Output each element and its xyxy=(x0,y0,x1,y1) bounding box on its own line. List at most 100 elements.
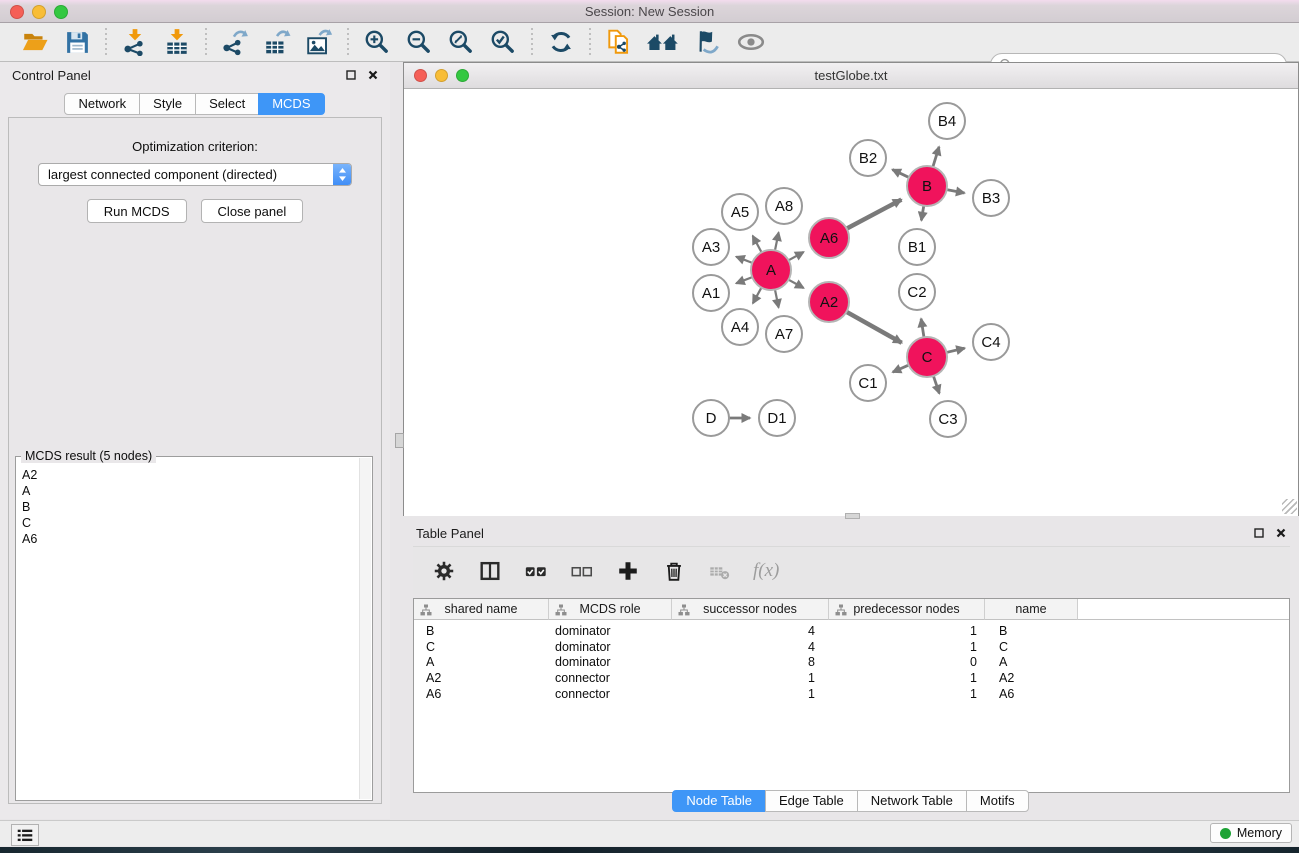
graph-node-C1[interactable]: C1 xyxy=(850,365,886,401)
graph-edge-A-A5[interactable] xyxy=(753,236,762,253)
save-session-icon[interactable] xyxy=(62,27,92,57)
task-history-button[interactable] xyxy=(11,824,39,846)
result-list-item[interactable]: A2 xyxy=(19,467,358,483)
zoom-out-icon[interactable] xyxy=(404,27,434,57)
graph-edge-B-B4[interactable] xyxy=(933,147,939,167)
tab-node-table[interactable]: Node Table xyxy=(672,790,766,812)
duplicate-network-icon[interactable] xyxy=(604,27,634,57)
home-views-icon[interactable] xyxy=(646,27,682,57)
import-table-icon[interactable] xyxy=(162,27,192,57)
graph-node-B4[interactable]: B4 xyxy=(929,103,965,139)
graph-node-C3[interactable]: C3 xyxy=(930,401,966,437)
result-list-item[interactable]: C xyxy=(19,515,358,531)
zoom-selected-icon[interactable] xyxy=(488,27,518,57)
memory-button[interactable]: Memory xyxy=(1210,823,1292,843)
graph-node-B3[interactable]: B3 xyxy=(973,180,1009,216)
table-row[interactable]: Adominator80A xyxy=(414,655,1289,671)
graph-edge-A-A6[interactable] xyxy=(789,252,804,260)
graph-edge-A-A8[interactable] xyxy=(775,232,779,250)
graph-node-B1[interactable]: B1 xyxy=(899,229,935,265)
result-list-item[interactable]: A6 xyxy=(19,531,358,547)
resize-grip-icon[interactable] xyxy=(1282,499,1297,514)
minimize-window-button[interactable] xyxy=(32,5,46,19)
add-column-icon[interactable] xyxy=(613,556,643,586)
column-header-predecessor-nodes[interactable]: predecessor nodes xyxy=(829,599,985,620)
maximize-window-button[interactable] xyxy=(54,5,68,19)
network-maximize-button[interactable] xyxy=(456,69,469,82)
column-header-MCDS-role[interactable]: MCDS role xyxy=(549,599,672,620)
graph-node-A8[interactable]: A8 xyxy=(766,188,802,224)
tab-network-table[interactable]: Network Table xyxy=(857,790,967,812)
column-header-successor-nodes[interactable]: successor nodes xyxy=(672,599,829,620)
graph-edge-C-C1[interactable] xyxy=(893,365,909,372)
graph-node-A3[interactable]: A3 xyxy=(693,229,729,265)
tab-select[interactable]: Select xyxy=(195,93,259,115)
show-details-flag-icon[interactable] xyxy=(694,27,724,57)
graph-node-A6[interactable]: A6 xyxy=(809,218,849,258)
graph-node-B2[interactable]: B2 xyxy=(850,140,886,176)
result-scrollbar[interactable] xyxy=(359,458,371,799)
close-panel-button[interactable]: Close panel xyxy=(201,199,304,223)
refresh-layout-icon[interactable] xyxy=(546,27,576,57)
graph-edge-A2-C[interactable] xyxy=(846,312,901,343)
graph-node-A2[interactable]: A2 xyxy=(809,282,849,322)
close-table-panel-icon[interactable] xyxy=(1276,528,1286,538)
graph-node-A[interactable]: A xyxy=(751,250,791,290)
graph-node-C2[interactable]: C2 xyxy=(899,274,935,310)
import-network-icon[interactable] xyxy=(120,27,150,57)
graph-edge-A6-B[interactable] xyxy=(847,200,902,229)
graph-node-A7[interactable]: A7 xyxy=(766,316,802,352)
graph-node-D[interactable]: D xyxy=(693,400,729,436)
graph-edge-A-A2[interactable] xyxy=(789,280,804,288)
graph-node-D1[interactable]: D1 xyxy=(759,400,795,436)
criterion-dropdown[interactable]: largest connected component (directed) xyxy=(38,163,352,186)
zoom-in-icon[interactable] xyxy=(362,27,392,57)
export-network-icon[interactable] xyxy=(220,27,250,57)
graph-node-A5[interactable]: A5 xyxy=(722,194,758,230)
close-panel-icon[interactable] xyxy=(368,70,378,80)
delete-column-trash-icon[interactable] xyxy=(659,556,689,586)
graph-edge-A-A7[interactable] xyxy=(775,290,779,308)
graph-node-C4[interactable]: C4 xyxy=(973,324,1009,360)
result-list-item[interactable]: A xyxy=(19,483,358,499)
graph-edge-A-A4[interactable] xyxy=(753,288,762,304)
network-close-button[interactable] xyxy=(414,69,427,82)
close-window-button[interactable] xyxy=(10,5,24,19)
graph-edge-B-B2[interactable] xyxy=(892,170,909,178)
graph-node-B[interactable]: B xyxy=(907,166,947,206)
graph-edge-A-A3[interactable] xyxy=(736,257,752,263)
open-session-icon[interactable] xyxy=(20,27,50,57)
table-row[interactable]: A2connector11A2 xyxy=(414,670,1289,686)
graph-node-A1[interactable]: A1 xyxy=(693,275,729,311)
vertical-splitter-handle[interactable] xyxy=(395,433,404,448)
column-layout-icon[interactable] xyxy=(475,556,505,586)
graph-edge-C-C4[interactable] xyxy=(946,348,964,352)
tab-mcds[interactable]: MCDS xyxy=(258,93,324,115)
deselect-all-checkboxes-icon[interactable] xyxy=(567,556,597,586)
table-row[interactable]: Bdominator41B xyxy=(414,623,1289,639)
select-all-checkboxes-icon[interactable] xyxy=(521,556,551,586)
network-canvas[interactable]: B4 B2 B B3 A8A5 A6 A3 B1 A A1 C2 A2 A4A7 C4 C C1 D D1 C3 xyxy=(404,89,1298,516)
hide-details-eye-icon[interactable] xyxy=(736,27,766,57)
horizontal-splitter-handle[interactable] xyxy=(845,513,860,519)
tab-edge-table[interactable]: Edge Table xyxy=(765,790,858,812)
table-row[interactable]: A6connector11A6 xyxy=(414,686,1289,702)
run-mcds-button[interactable]: Run MCDS xyxy=(87,199,187,223)
graph-edge-C-C2[interactable] xyxy=(921,319,924,338)
column-header-name[interactable]: name xyxy=(985,599,1078,620)
tab-motifs[interactable]: Motifs xyxy=(966,790,1029,812)
graph-node-A4[interactable]: A4 xyxy=(722,309,758,345)
export-table-icon[interactable] xyxy=(262,27,292,57)
zoom-fit-icon[interactable] xyxy=(446,27,476,57)
float-panel-icon[interactable] xyxy=(346,70,356,80)
mcds-result-list[interactable]: A2ABCA6 xyxy=(19,467,358,799)
graph-node-C[interactable]: C xyxy=(907,337,947,377)
graph-edge-B-B3[interactable] xyxy=(947,190,965,193)
graph-edge-B-B1[interactable] xyxy=(921,206,923,221)
table-settings-gear-icon[interactable] xyxy=(429,556,459,586)
graph-edge-A-A1[interactable] xyxy=(736,277,752,283)
tab-network[interactable]: Network xyxy=(64,93,140,115)
network-minimize-button[interactable] xyxy=(435,69,448,82)
table-row[interactable]: Cdominator41C xyxy=(414,639,1289,655)
graph-edge-C-C3[interactable] xyxy=(933,376,939,393)
